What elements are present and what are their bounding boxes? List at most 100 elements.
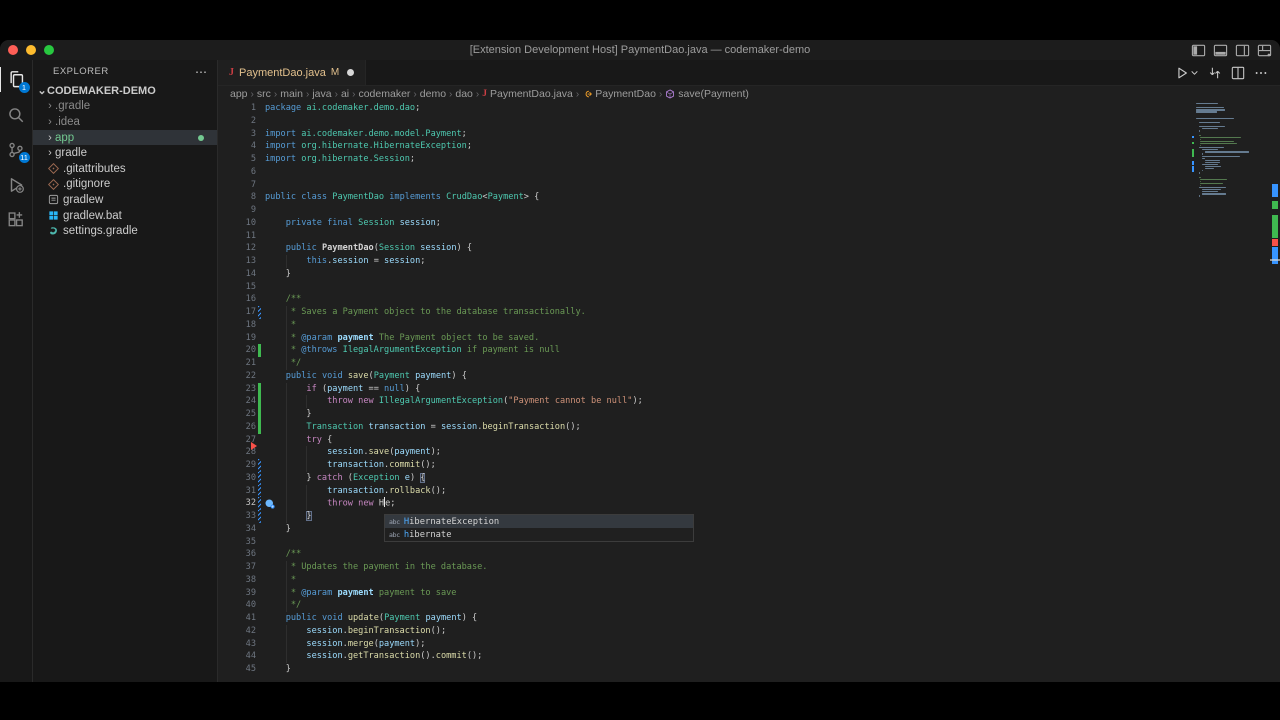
code-line[interactable]: 29 transaction.commit(); [218, 459, 1280, 472]
line-number[interactable]: 18 [218, 319, 256, 332]
breadcrumb-item[interactable]: main [280, 88, 303, 100]
code-line[interactable]: 40 */ [218, 599, 1280, 612]
line-number[interactable]: 15 [218, 281, 256, 294]
line-number[interactable]: 5 [218, 153, 256, 166]
line-number[interactable]: 24 [218, 395, 256, 408]
line-number[interactable]: 2 [218, 115, 256, 128]
code-line[interactable]: 3 import ai.codemaker.demo.model.Payment; [218, 128, 1280, 141]
code-line[interactable]: 34 } [218, 523, 1280, 536]
activity-item-explorer[interactable]: 1 [0, 62, 33, 97]
line-number[interactable]: 31 [218, 485, 256, 498]
tab-paymentdao[interactable]: J PaymentDao.java M [218, 60, 367, 85]
code-line[interactable]: 27 try { [218, 433, 1280, 447]
code-line[interactable]: 37 * Updates the payment in the database… [218, 561, 1280, 574]
tree-item-settings-gradle[interactable]: settings.gradle [33, 223, 217, 239]
tree-item--gradle[interactable]: › .gradle [33, 99, 217, 115]
line-number[interactable]: 42 [218, 625, 256, 638]
toggle-panel-icon[interactable] [1213, 43, 1228, 58]
code-action-icon[interactable] [264, 498, 276, 510]
code-line[interactable]: 25 } [218, 408, 1280, 421]
line-number[interactable]: 13 [218, 255, 256, 268]
line-number[interactable]: 25 [218, 408, 256, 421]
line-number[interactable]: 29 [218, 459, 256, 472]
overview-ruler[interactable] [1270, 102, 1280, 682]
code-line[interactable]: 11 [218, 230, 1280, 243]
code-line[interactable]: 45 } [218, 663, 1280, 676]
line-number[interactable]: 44 [218, 650, 256, 663]
code-line[interactable]: 20 * @throws IlegalArgumentException if … [218, 344, 1280, 357]
code-line[interactable]: 36 /** [218, 548, 1280, 561]
line-number[interactable]: 7 [218, 179, 256, 192]
code-line[interactable]: 22 public void save(Payment payment) { [218, 370, 1280, 383]
suggest-item-hibernateexception[interactable]: abc HibernateException [385, 515, 693, 528]
code-line[interactable]: 10 private final Session session; [218, 217, 1280, 230]
run-button[interactable] [1175, 66, 1199, 80]
code-line[interactable]: 8 public class PaymentDao implements Crud… [218, 191, 1280, 204]
code-line[interactable]: 19 * @param payment The Payment object t… [218, 331, 1280, 345]
activity-item-run-debug[interactable] [0, 167, 33, 202]
title-bar[interactable]: [Extension Development Host] PaymentDao.… [0, 40, 1280, 60]
git-deleted-marker-icon[interactable] [251, 441, 257, 450]
line-number[interactable]: 12 [218, 242, 256, 255]
code-line[interactable]: 41 public void update(Payment payment) { [218, 612, 1280, 625]
code-line[interactable]: 35 [218, 536, 1280, 549]
code-line[interactable]: 30 } catch (Exception e) { [218, 471, 1280, 485]
line-number[interactable]: 17 [218, 306, 256, 319]
line-number[interactable]: 10 [218, 217, 256, 230]
code-line[interactable]: 4 import org.hibernate.HibernateException… [218, 140, 1280, 153]
tree-item--gitattributes[interactable]: .gitattributes [33, 161, 217, 177]
breadcrumb-item[interactable]: app [230, 88, 248, 100]
line-number[interactable]: 19 [218, 332, 256, 345]
tree-item-gradle[interactable]: › gradle [33, 145, 217, 161]
code-line[interactable]: 17 * Saves a Payment object to the datab… [218, 306, 1280, 319]
line-number[interactable]: 22 [218, 370, 256, 383]
zoom-window-button[interactable] [44, 45, 54, 55]
code-line[interactable]: 38 * [218, 573, 1280, 587]
code-line[interactable]: 32 throw new He; [218, 497, 1280, 510]
activity-item-search[interactable] [0, 97, 33, 132]
code-line[interactable]: 23 if (payment == null) { [218, 382, 1280, 396]
breadcrumb-item[interactable]: java [312, 88, 331, 100]
line-number[interactable]: 36 [218, 548, 256, 561]
line-number[interactable]: 1 [218, 102, 256, 115]
line-number[interactable]: 34 [218, 523, 256, 536]
minimize-window-button[interactable] [26, 45, 36, 55]
line-number[interactable]: 39 [218, 587, 256, 600]
code-line[interactable]: 21 */ [218, 357, 1280, 370]
line-number[interactable]: 21 [218, 357, 256, 370]
line-number[interactable]: 3 [218, 128, 256, 141]
code-line[interactable]: 28 session.save(payment); [218, 446, 1280, 459]
line-number[interactable]: 45 [218, 663, 256, 676]
breadcrumb-item[interactable]: dao [455, 88, 473, 100]
code-line[interactable]: 9 [218, 204, 1280, 217]
line-number[interactable]: 23 [218, 383, 256, 396]
toggle-secondary-sidebar-icon[interactable] [1235, 43, 1250, 58]
code-line[interactable]: 33 } [218, 510, 1280, 523]
line-number[interactable]: 14 [218, 268, 256, 281]
line-number[interactable]: 11 [218, 230, 256, 243]
line-number[interactable]: 32 [218, 497, 256, 510]
code-line[interactable]: 12 public PaymentDao(Session session) { [218, 242, 1280, 255]
code-line[interactable]: 44 session.getTransaction().commit(); [218, 650, 1280, 663]
line-number[interactable]: 30 [218, 472, 256, 485]
line-number[interactable]: 4 [218, 140, 256, 153]
line-number[interactable]: 43 [218, 638, 256, 651]
breadcrumb-item[interactable]: J PaymentDao.java [482, 88, 573, 100]
close-window-button[interactable] [8, 45, 18, 55]
code-line[interactable]: 2 [218, 115, 1280, 128]
tree-item--gitignore[interactable]: .gitignore [33, 177, 217, 193]
line-number[interactable]: 8 [218, 191, 256, 204]
tree-item--idea[interactable]: › .idea [33, 114, 217, 130]
code-line[interactable]: 7 [218, 179, 1280, 192]
breadcrumb-item[interactable]: src [257, 88, 271, 100]
code-line[interactable]: 31 transaction.rollback(); [218, 484, 1280, 498]
open-changes-button[interactable] [1208, 66, 1222, 80]
code-line[interactable]: 14 } [218, 268, 1280, 281]
split-editor-button[interactable] [1231, 66, 1245, 80]
toggle-primary-sidebar-icon[interactable] [1191, 43, 1206, 58]
line-number[interactable]: 9 [218, 204, 256, 217]
tree-item-gradlew-bat[interactable]: gradlew.bat [33, 208, 217, 224]
tree-item-gradlew[interactable]: gradlew [33, 192, 217, 208]
minimap[interactable] [1192, 102, 1254, 682]
line-number[interactable]: 16 [218, 293, 256, 306]
